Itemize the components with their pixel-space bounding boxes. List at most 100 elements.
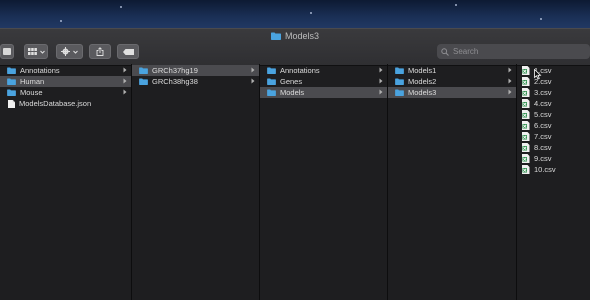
folder-icon <box>7 89 16 96</box>
folder-icon <box>139 67 148 74</box>
csv-file-item[interactable]: 4.csv <box>517 98 590 109</box>
item-label: Models2 <box>408 77 437 86</box>
column-4: Models1 Models2 Models3 <box>388 64 517 300</box>
file-icon <box>8 99 15 108</box>
csv-file-item[interactable]: 7.csv <box>517 131 590 142</box>
window-title-text: Models3 <box>284 31 320 41</box>
csv-file-icon <box>522 88 530 97</box>
item-label: 7.csv <box>534 132 552 141</box>
csv-file-item[interactable]: 5.csv <box>517 109 590 120</box>
chevron-down-icon <box>73 50 78 54</box>
tag-button[interactable] <box>117 44 139 59</box>
item-label: 5.csv <box>534 110 552 119</box>
share-button[interactable] <box>89 44 111 59</box>
item-label: ModelsDatabase.json <box>19 99 92 108</box>
chevron-right-icon <box>379 67 383 73</box>
csv-file-icon <box>522 99 530 108</box>
column-1: Annotations Human Mouse ModelsDatabase.json <box>0 64 132 300</box>
csv-file-icon <box>522 132 530 141</box>
chevron-right-icon <box>508 89 512 95</box>
folder-item[interactable]: Mouse <box>0 87 131 98</box>
column-browser: Annotations Human Mouse ModelsDatabase.json… <box>0 64 590 300</box>
csv-file-icon <box>522 110 530 119</box>
finder-toolbar: Models3 <box>0 28 590 66</box>
chevron-right-icon <box>379 89 383 95</box>
item-label: 8.csv <box>534 143 552 152</box>
chevron-down-icon <box>39 50 45 54</box>
sidebar-toggle-button[interactable] <box>0 44 14 59</box>
folder-icon <box>395 89 404 96</box>
csv-file-item[interactable]: 1.csv <box>517 65 590 76</box>
chevron-right-icon <box>508 78 512 84</box>
item-label: 9.csv <box>534 154 552 163</box>
desktop-background <box>0 0 590 30</box>
folder-item[interactable]: Models3 <box>388 87 516 98</box>
search-input[interactable] <box>453 47 573 56</box>
folder-icon <box>267 78 276 85</box>
view-options-button[interactable] <box>24 44 48 59</box>
folder-icon <box>7 78 16 85</box>
gear-icon <box>61 47 70 56</box>
star <box>120 6 122 8</box>
chevron-right-icon <box>379 78 383 84</box>
csv-file-item[interactable]: 2.csv <box>517 76 590 87</box>
folder-icon <box>267 89 276 96</box>
chevron-right-icon <box>123 78 127 84</box>
grid-view-icon <box>27 48 37 55</box>
csv-file-icon <box>522 165 530 174</box>
item-label: 3.csv <box>534 88 552 97</box>
chevron-right-icon <box>508 67 512 73</box>
star <box>60 20 62 22</box>
action-gear-button[interactable] <box>56 44 83 59</box>
item-label: Annotations <box>280 66 320 75</box>
item-label: Mouse <box>20 88 43 97</box>
chevron-right-icon <box>123 89 127 95</box>
folder-item[interactable]: Annotations <box>0 65 131 76</box>
item-label: Annotations <box>20 66 60 75</box>
folder-item[interactable]: Models <box>260 87 387 98</box>
tag-icon <box>122 48 134 55</box>
mouse-pointer-icon <box>534 69 542 80</box>
item-label: 6.csv <box>534 121 552 130</box>
folder-item[interactable]: Models1 <box>388 65 516 76</box>
item-label: Human <box>20 77 45 86</box>
csv-file-item[interactable]: 6.csv <box>517 120 590 131</box>
csv-file-icon <box>522 143 530 152</box>
star <box>310 12 312 14</box>
item-label: GRCh38hg38 <box>152 77 198 86</box>
column-2: GRCh37hg19 GRCh38hg38 <box>132 64 260 300</box>
item-label: Models1 <box>408 66 437 75</box>
share-icon <box>96 47 104 56</box>
csv-file-icon <box>522 121 530 130</box>
folder-item[interactable]: Annotations <box>260 65 387 76</box>
chevron-right-icon <box>251 67 255 73</box>
csv-file-icon <box>522 154 530 163</box>
csv-file-item[interactable]: 3.csv <box>517 87 590 98</box>
star <box>540 18 542 20</box>
folder-icon <box>139 78 148 85</box>
star <box>455 4 457 6</box>
folder-icon <box>7 67 16 74</box>
item-label: Genes <box>280 77 303 86</box>
folder-icon <box>395 67 404 74</box>
search-field[interactable] <box>437 44 590 59</box>
folder-item[interactable]: Models2 <box>388 76 516 87</box>
item-label: Models <box>280 88 305 97</box>
folder-item[interactable]: GRCh37hg19 <box>132 65 259 76</box>
item-label: 10.csv <box>534 165 556 174</box>
item-label: GRCh37hg19 <box>152 66 198 75</box>
window-title: Models3 <box>0 31 590 41</box>
csv-file-icon <box>522 66 530 75</box>
csv-file-item[interactable]: 8.csv <box>517 142 590 153</box>
csv-file-item[interactable]: 9.csv <box>517 153 590 164</box>
item-label: Models3 <box>408 88 437 97</box>
folder-item[interactable]: Genes <box>260 76 387 87</box>
csv-file-item[interactable]: 10.csv <box>517 164 590 175</box>
item-label: 4.csv <box>534 99 552 108</box>
chevron-right-icon <box>123 67 127 73</box>
column-3: Annotations Genes Models <box>260 64 388 300</box>
folder-item[interactable]: GRCh38hg38 <box>132 76 259 87</box>
file-item[interactable]: ModelsDatabase.json <box>0 98 131 109</box>
csv-file-icon <box>522 77 530 86</box>
folder-item[interactable]: Human <box>0 76 131 87</box>
